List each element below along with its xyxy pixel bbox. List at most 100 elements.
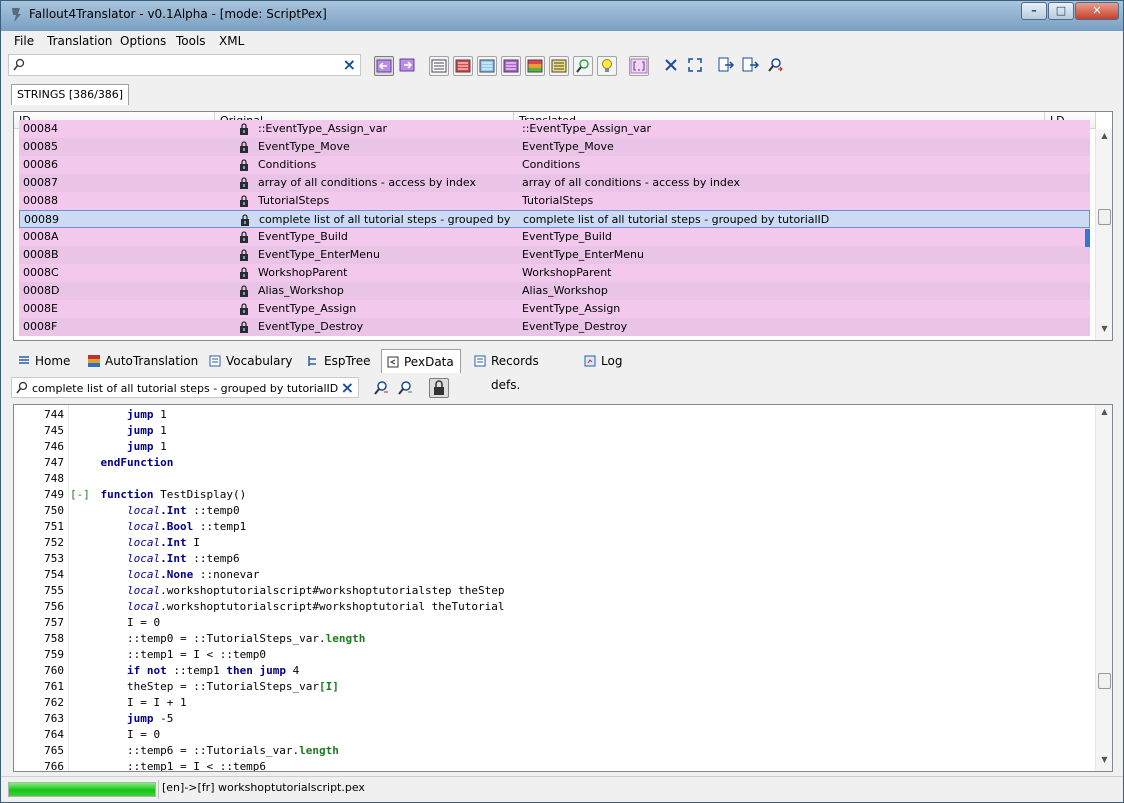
grid-scrollbar[interactable]: ▲ ▼: [1095, 129, 1112, 340]
close-button[interactable]: ✕: [1075, 2, 1119, 20]
filter-purple-button[interactable]: [501, 56, 521, 76]
code-token: ::temp6: [186, 552, 240, 565]
code-token: jump: [126, 440, 154, 453]
minimize-button[interactable]: –: [1021, 2, 1047, 20]
find-next-button[interactable]: [372, 379, 392, 399]
pex-code-view[interactable]: 744 jump 1 745 jump 1 746 jump 1 747 endFun…: [13, 404, 1113, 772]
find-prev-icon: [398, 381, 412, 395]
cell-original: Conditions: [258, 158, 317, 171]
menu-translation[interactable]: Translation: [47, 34, 112, 48]
table-row[interactable]: 0008A EventType_Build EventType_Build: [19, 228, 1090, 246]
filter-red-button[interactable]: [453, 56, 473, 76]
tab-log[interactable]: Log: [579, 349, 629, 373]
cell-translated: EventType_Build: [522, 230, 612, 243]
cell-id: 0008A: [23, 230, 59, 243]
code-text: if not ::temp1 then jump 4: [74, 663, 299, 679]
cell-translated: EventType_EnterMenu: [522, 248, 645, 261]
grid-scroll-thumb[interactable]: [1098, 209, 1111, 225]
menu-xml[interactable]: XML: [219, 34, 244, 48]
tab-home[interactable]: Home: [13, 349, 73, 373]
delete-button[interactable]: [662, 56, 682, 76]
export-button[interactable]: [717, 56, 737, 76]
status-bar: [en]->[fr] workshoptutorialscript.pex: [1, 776, 1123, 802]
code-text: ::temp1 = I < ::temp6: [74, 759, 266, 771]
import-button[interactable]: [741, 56, 761, 76]
filter-yellow-button[interactable]: [549, 56, 569, 76]
code-line: 760 if not ::temp1 then jump 4: [14, 663, 1094, 679]
code-line: 748: [14, 471, 1094, 487]
lock-icon: [434, 380, 444, 395]
autotranslation-icon: [88, 355, 100, 367]
tab-strings[interactable]: STRINGS [386/386]: [11, 84, 130, 105]
code-token: jump: [126, 424, 154, 437]
table-row[interactable]: 0008F EventType_Destroy EventType_Destroy: [19, 318, 1090, 336]
clear-pex-search-icon[interactable]: ×: [341, 379, 354, 397]
code-scrollbar[interactable]: ▲ ▼: [1095, 405, 1112, 771]
prev-button[interactable]: [374, 56, 394, 76]
tab-autotranslation[interactable]: AutoTranslation: [83, 349, 198, 373]
lock-toggle-button[interactable]: [429, 378, 449, 398]
hint-button[interactable]: [597, 56, 617, 76]
code-token: ::nonevar: [193, 568, 260, 581]
brackets-button[interactable]: [629, 56, 649, 76]
export-icon: [718, 57, 735, 72]
cell-original: complete list of all tutorial steps - gr…: [259, 213, 513, 226]
tab-pexdata[interactable]: PexData: [381, 349, 461, 373]
clear-search-icon[interactable]: ×: [343, 56, 356, 74]
find-prev-button[interactable]: [396, 379, 416, 399]
maximize-icon: □: [1055, 4, 1067, 17]
line-number: 746: [44, 440, 64, 453]
code-token: length: [299, 744, 339, 757]
cell-translated: TutorialSteps: [522, 194, 594, 207]
filter-all-button[interactable]: [429, 56, 449, 76]
pex-search-input[interactable]: [32, 379, 342, 397]
fullscreen-button[interactable]: [686, 56, 706, 76]
scroll-up-icon[interactable]: ▲: [1096, 131, 1112, 145]
find-button[interactable]: [573, 56, 593, 76]
pexdata-icon: [387, 356, 399, 368]
table-row[interactable]: 0008B EventType_EnterMenu EventType_EnterM…: [19, 246, 1090, 264]
table-row[interactable]: 0008E EventType_Assign EventType_Assign: [19, 300, 1090, 318]
scroll-down-icon[interactable]: ▼: [1096, 324, 1112, 338]
strings-search-input[interactable]: [29, 56, 339, 74]
code-line: 761 theStep = ::TutorialSteps_var[I]: [14, 679, 1094, 695]
menu-tools[interactable]: Tools: [176, 34, 206, 48]
title-bar[interactable]: Fallout4Translator - v0.1Alpha - [mode: …: [1, 1, 1123, 31]
code-scroll-thumb[interactable]: [1098, 673, 1111, 689]
scroll-down-icon[interactable]: ▼: [1096, 755, 1112, 769]
code-token: ::temp6 = ::Tutorials_var.: [74, 744, 300, 757]
table-row[interactable]: 00085 EventType_Move EventType_Move: [19, 138, 1090, 156]
code-token: 4: [285, 664, 300, 677]
table-row[interactable]: 0008D Alias_Workshop Alias_Workshop: [19, 282, 1090, 300]
filter-mixed-button[interactable]: [525, 56, 545, 76]
find-next-icon: [374, 381, 388, 395]
scroll-up-icon[interactable]: ▲: [1096, 407, 1112, 421]
table-row[interactable]: 00089 complete list of all tutorial steps…: [19, 210, 1090, 228]
table-row[interactable]: 00084::EventType_Assign_var::EventType_A…: [19, 120, 1090, 138]
code-line: 766 ::temp1 = I < ::temp6: [14, 759, 1094, 771]
filter-blue-button[interactable]: [477, 56, 497, 76]
menu-options[interactable]: Options: [120, 34, 166, 48]
next-button[interactable]: [398, 56, 418, 76]
table-row[interactable]: 00086 Conditions Conditions: [19, 156, 1090, 174]
code-token: theStep = ::TutorialSteps_var: [74, 680, 320, 693]
maximize-button[interactable]: □: [1048, 2, 1074, 20]
cell-original: WorkshopParent: [258, 266, 348, 279]
tab-vocabulary[interactable]: Vocabulary: [204, 349, 293, 373]
cell-translated: EventType_Move: [522, 140, 614, 153]
lock-icon: [241, 214, 249, 226]
table-row[interactable]: 00087 array of all conditions - access by…: [19, 174, 1090, 192]
table-row[interactable]: 0008C WorkshopParent WorkshopParent: [19, 264, 1090, 282]
code-text: local.None ::nonevar: [74, 567, 259, 583]
search-translate-button[interactable]: [766, 56, 786, 76]
table-row[interactable]: 00088 TutorialSteps TutorialSteps: [19, 192, 1090, 210]
code-line: 762 I = I + 1: [14, 695, 1094, 711]
list-blue-icon: [479, 59, 495, 73]
tab-esptree[interactable]: EspTree: [302, 349, 374, 373]
menu-file[interactable]: File: [14, 34, 34, 48]
code-token: local: [126, 584, 161, 597]
cell-id: 00085: [23, 140, 58, 153]
tab-records-defs[interactable]: Records defs.: [469, 349, 569, 392]
